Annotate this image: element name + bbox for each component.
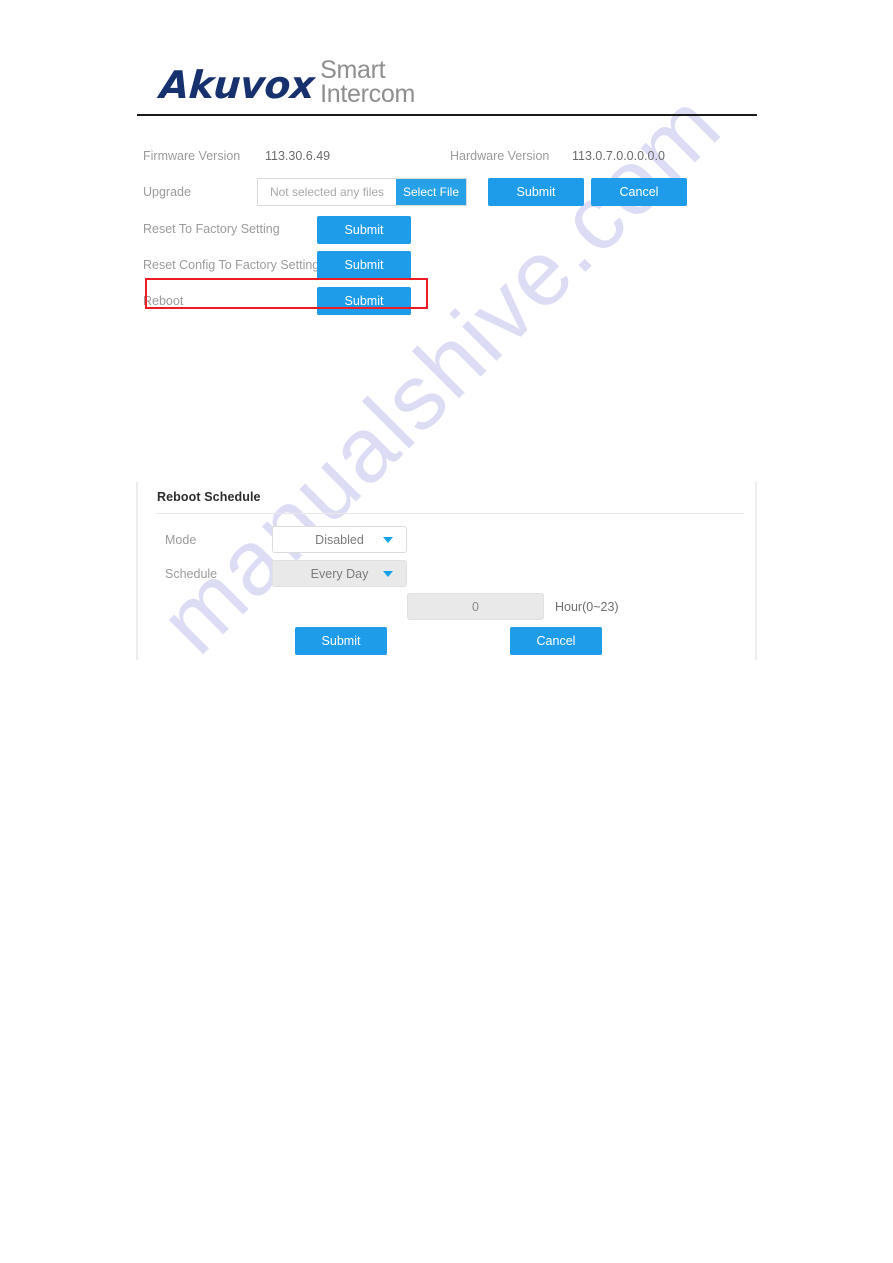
mode-select-value: Disabled: [315, 532, 364, 547]
reset-factory-row: Reset To Factory Setting Submit: [0, 211, 893, 247]
mode-select[interactable]: Disabled: [272, 526, 407, 553]
reboot-row: Reboot Submit: [0, 283, 893, 319]
mode-label: Mode: [165, 533, 197, 547]
hardware-version-value: 113.0.7.0.0.0.0.0: [572, 149, 665, 163]
schedule-submit-button[interactable]: Submit: [295, 627, 387, 655]
reboot-submit-button[interactable]: Submit: [317, 287, 411, 315]
hardware-version-label: Hardware Version: [450, 149, 550, 163]
chevron-down-icon: [383, 570, 393, 577]
schedule-cancel-button[interactable]: Cancel: [510, 627, 602, 655]
schedule-row: Schedule Every Day: [138, 560, 755, 588]
reset-config-label: Reset Config To Factory Setting: [143, 258, 320, 272]
upgrade-cancel-button[interactable]: Cancel: [591, 178, 687, 206]
reboot-schedule-panel: Reboot Schedule Mode Disabled Schedule E…: [136, 482, 757, 660]
firmware-version-value: 113.30.6.49: [265, 149, 331, 163]
logo-brand-text: Akuvox: [158, 63, 316, 107]
header-divider-rule: [137, 114, 757, 116]
reset-factory-label: Reset To Factory Setting: [143, 222, 280, 236]
panel-title-divider: [156, 513, 744, 514]
logo-tagline-line1: Smart: [320, 56, 386, 84]
schedule-select[interactable]: Every Day: [272, 560, 407, 587]
mode-row: Mode Disabled: [138, 526, 755, 554]
schedule-select-value: Every Day: [310, 566, 369, 581]
selected-file-name: Not selected any files: [269, 185, 385, 199]
reset-config-submit-button[interactable]: Submit: [317, 251, 411, 279]
reset-factory-submit-button[interactable]: Submit: [317, 216, 411, 244]
logo-tagline-line2: Intercom: [320, 80, 415, 108]
hour-range-hint: Hour(0~23): [555, 600, 619, 614]
schedule-label: Schedule: [165, 567, 218, 581]
firmware-version-label: Firmware Version: [143, 149, 241, 163]
firmware-file-picker[interactable]: Not selected any files Select File: [257, 178, 468, 206]
select-file-button[interactable]: Select File: [396, 179, 467, 205]
upgrade-submit-button[interactable]: Submit: [488, 178, 584, 206]
upgrade-settings-form: Firmware Version 113.30.6.49 Hardware Ve…: [0, 140, 893, 319]
reboot-label: Reboot: [143, 294, 184, 308]
reboot-schedule-title: Reboot Schedule: [157, 490, 261, 504]
upgrade-row: Upgrade Not selected any files Select Fi…: [0, 175, 893, 209]
chevron-down-icon: [383, 536, 393, 543]
hour-row: 0 Hour(0~23): [138, 593, 755, 621]
reset-config-row: Reset Config To Factory Setting Submit: [0, 247, 893, 283]
schedule-actions-row: Submit Cancel: [138, 627, 755, 655]
logo-tagline: Smart Intercom: [320, 56, 415, 108]
akuvox-logo: Akuvox Smart Intercom: [158, 56, 415, 108]
version-info-row: Firmware Version 113.30.6.49 Hardware Ve…: [0, 140, 893, 172]
hour-input[interactable]: 0: [407, 593, 544, 620]
upgrade-label: Upgrade: [143, 185, 191, 199]
document-page: manualshive.com Akuvox Smart Intercom Fi…: [0, 0, 893, 1263]
